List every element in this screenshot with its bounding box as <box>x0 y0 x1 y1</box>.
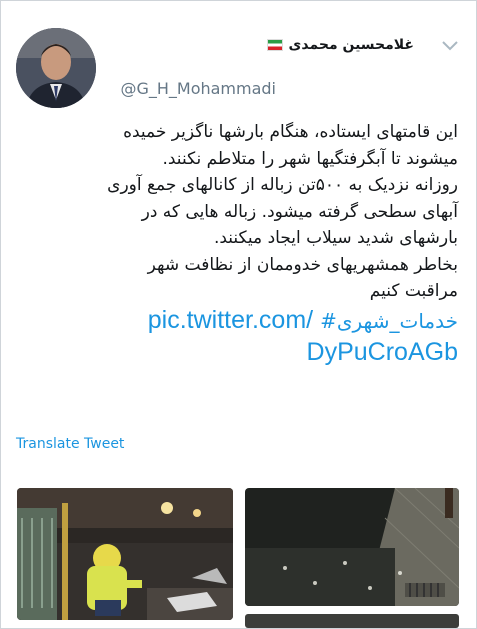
tweet-line: روزانه نزدیک به ۵۰۰تن زباله از کانالهای … <box>107 175 458 195</box>
link-line: DyPuCroAGb <box>11 337 458 368</box>
pic-link[interactable]: pic.twitter.com/ <box>148 306 313 334</box>
user-handle[interactable]: @G_H_Mohammadi <box>120 79 276 98</box>
profile-photo <box>16 28 96 108</box>
pic-link-id[interactable]: DyPuCroAGb <box>307 338 458 366</box>
photo-image <box>245 488 459 606</box>
translate-tweet-button[interactable]: Translate Tweet <box>16 436 124 452</box>
tweet-line: بخاطر همشهریهای خدوممان از نظافت شهر <box>147 254 458 275</box>
street-worker-photo[interactable] <box>17 488 233 620</box>
tweet-line: مراقبت کنیم <box>369 281 458 301</box>
avatar[interactable] <box>16 28 96 108</box>
tweet-line: بارشهای شدید سیلاب ایجاد میکنند. <box>213 228 458 248</box>
tweet-line: آبهای سطحی گرفته میشود. زباله هایی که در <box>141 201 458 222</box>
display-name[interactable]: غلامحسین محمدی <box>266 37 414 53</box>
link-line: pic.twitter.com/ #خدمات_شهری <box>11 305 458 337</box>
tweet-line: میشوند تا آبگرفتگیها شهر را متلاطم نکنند… <box>162 148 458 169</box>
iran-flag-icon <box>266 39 283 51</box>
chevron-down-icon[interactable] <box>441 39 459 53</box>
tweet-line: این قامتهای ایستاده، هنگام بارشها ناگزیر… <box>123 122 458 142</box>
photo-image <box>17 488 233 620</box>
tweet-text: این قامتهای ایستاده، هنگام بارشها ناگزیر… <box>11 119 458 368</box>
third-photo-strip[interactable] <box>245 614 459 628</box>
tweet-card: غلامحسین محمدی @G_H_Mohammadi این قامتها… <box>0 0 477 629</box>
hashtag-link[interactable]: #خدمات_شهری <box>320 309 458 333</box>
flooded-street-photo[interactable] <box>245 488 459 606</box>
